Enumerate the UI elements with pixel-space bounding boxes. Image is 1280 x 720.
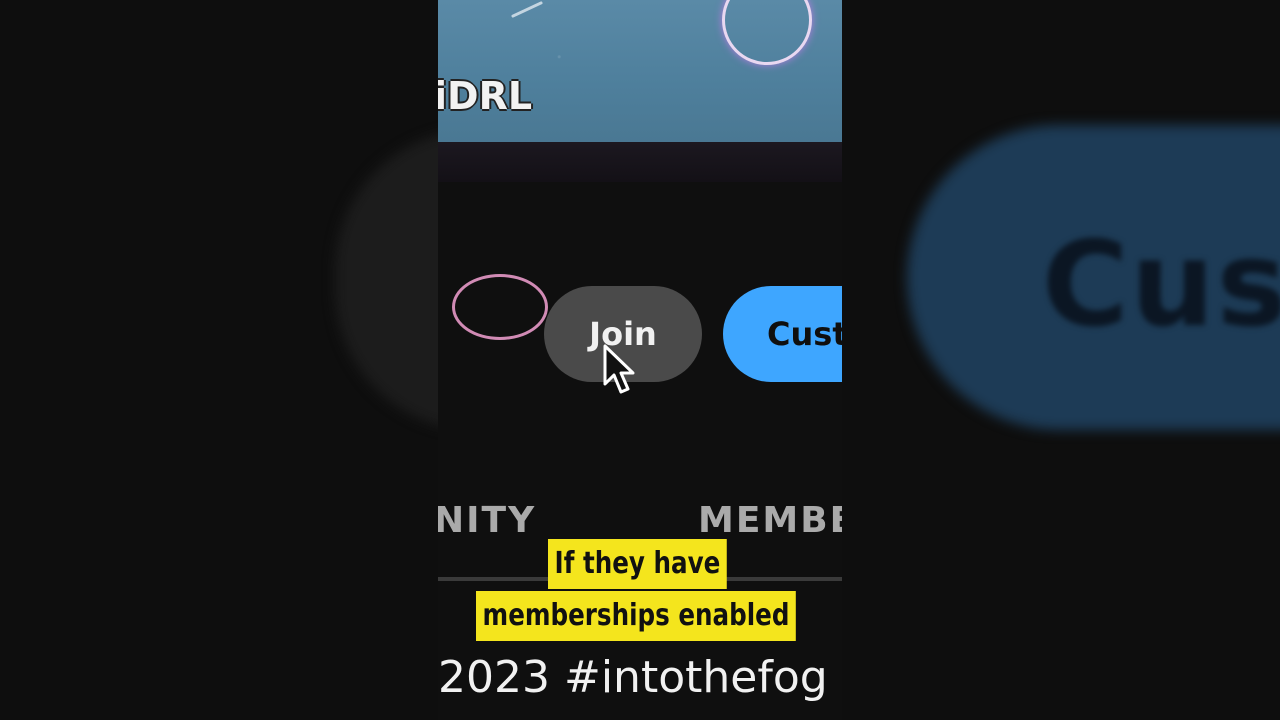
mouse-pointer-icon [603,344,635,394]
banner-streak [510,0,544,19]
blurred-background-left [0,0,438,720]
customize-channel-button[interactable]: Cust [723,286,842,382]
channel-banner: iDRL [438,0,842,142]
blurred-customize-text: Cust [1042,215,1280,353]
blurred-join-button [335,130,438,430]
caption-line-2: memberships enabled [476,591,797,641]
video-description: 2023 #intothefog [438,652,828,703]
tab-membership[interactable]: MEMBE [698,500,842,541]
blurred-background-right: Cust [842,0,1280,720]
banner-channel-text: iDRL [438,74,533,118]
banner-lower-strip [438,142,842,340]
banner-ring-pink [452,274,548,340]
banner-ring [722,0,812,65]
tab-community[interactable]: NITY [438,500,536,541]
caption-line-1: If they have [548,539,727,589]
